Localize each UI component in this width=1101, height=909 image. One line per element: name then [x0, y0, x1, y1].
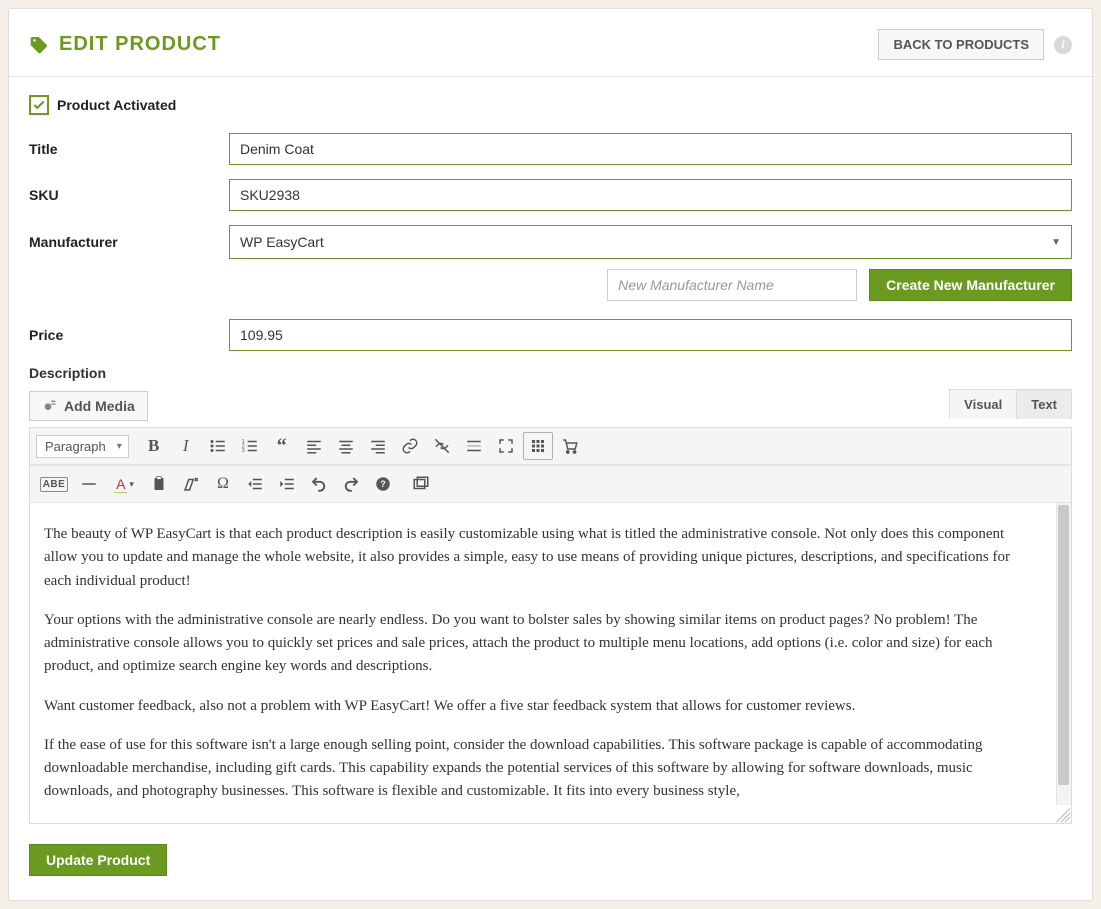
align-right-button[interactable] — [363, 432, 393, 460]
description-paragraph: Your options with the administrative con… — [44, 609, 1057, 679]
page-title: EDIT PRODUCT — [59, 33, 221, 56]
svg-text:3: 3 — [241, 448, 244, 454]
description-label: Description — [29, 365, 1072, 381]
create-manufacturer-button[interactable]: Create New Manufacturer — [869, 269, 1072, 301]
title-input[interactable] — [229, 133, 1072, 165]
add-media-button[interactable]: Add Media — [29, 391, 148, 421]
strikethrough-button[interactable]: ABE — [36, 470, 72, 498]
manufacturer-select[interactable]: WP EasyCart ▼ — [229, 225, 1072, 259]
svg-text:?: ? — [380, 479, 386, 489]
numbered-list-button[interactable]: 123 — [235, 432, 265, 460]
undo-button[interactable] — [304, 470, 334, 498]
product-activated-checkbox[interactable] — [29, 95, 49, 115]
price-label: Price — [29, 327, 229, 343]
paste-text-button[interactable] — [144, 470, 174, 498]
align-center-button[interactable] — [331, 432, 361, 460]
new-manufacturer-input[interactable] — [607, 269, 857, 301]
tag-icon — [29, 35, 49, 55]
tab-text[interactable]: Text — [1016, 389, 1072, 419]
horizontal-rule-button[interactable] — [74, 470, 104, 498]
media-icon — [42, 398, 58, 414]
gallery-icon-button[interactable] — [406, 470, 436, 498]
scrollbar[interactable] — [1056, 503, 1071, 805]
indent-button[interactable] — [272, 470, 302, 498]
manufacturer-label: Manufacturer — [29, 234, 229, 250]
chevron-down-icon: ▼ — [1051, 237, 1061, 248]
price-input[interactable] — [229, 319, 1072, 351]
tab-visual[interactable]: Visual — [949, 389, 1016, 419]
editor-toolbar-row1: Paragraph B I 123 “ — [30, 428, 1071, 465]
product-activated-label: Product Activated — [57, 97, 176, 113]
insert-more-button[interactable] — [459, 432, 489, 460]
align-left-button[interactable] — [299, 432, 329, 460]
editor-toolbar-row2: ABE A ▾ Ω ? — [30, 465, 1071, 503]
bold-button[interactable]: B — [139, 432, 169, 460]
paragraph-format-select[interactable]: Paragraph — [36, 435, 129, 458]
edit-product-card: EDIT PRODUCT BACK TO PRODUCTS i Product … — [8, 8, 1093, 901]
special-char-button[interactable]: Ω — [208, 470, 238, 498]
text-color-button[interactable]: A ▾ — [106, 470, 142, 498]
toolbar-toggle-button[interactable] — [523, 432, 553, 460]
resize-handle[interactable] — [1056, 808, 1070, 822]
scrollbar-thumb[interactable] — [1058, 505, 1069, 785]
cart-icon-button[interactable] — [555, 432, 585, 460]
info-icon[interactable]: i — [1054, 36, 1072, 54]
outdent-button[interactable] — [240, 470, 270, 498]
clear-formatting-button[interactable] — [176, 470, 206, 498]
wysiwyg-editor: Paragraph B I 123 “ ABE A ▾ — [29, 427, 1072, 824]
description-paragraph: If the ease of use for this software isn… — [44, 734, 1057, 804]
sku-label: SKU — [29, 187, 229, 203]
help-button[interactable]: ? — [368, 470, 398, 498]
update-product-button[interactable]: Update Product — [29, 844, 167, 876]
title-label: Title — [29, 141, 229, 157]
unlink-button[interactable] — [427, 432, 457, 460]
back-to-products-button[interactable]: BACK TO PRODUCTS — [878, 29, 1044, 60]
description-paragraph: The beauty of WP EasyCart is that each p… — [44, 523, 1057, 593]
link-button[interactable] — [395, 432, 425, 460]
sku-input[interactable] — [229, 179, 1072, 211]
editor-content[interactable]: The beauty of WP EasyCart is that each p… — [30, 503, 1071, 823]
bullet-list-button[interactable] — [203, 432, 233, 460]
description-paragraph: Want customer feedback, also not a probl… — [44, 695, 1057, 718]
manufacturer-selected-value: WP EasyCart — [240, 234, 324, 250]
card-header: EDIT PRODUCT BACK TO PRODUCTS i — [9, 9, 1092, 77]
redo-button[interactable] — [336, 470, 366, 498]
fullscreen-button[interactable] — [491, 432, 521, 460]
blockquote-button[interactable]: “ — [267, 432, 297, 460]
italic-button[interactable]: I — [171, 432, 201, 460]
